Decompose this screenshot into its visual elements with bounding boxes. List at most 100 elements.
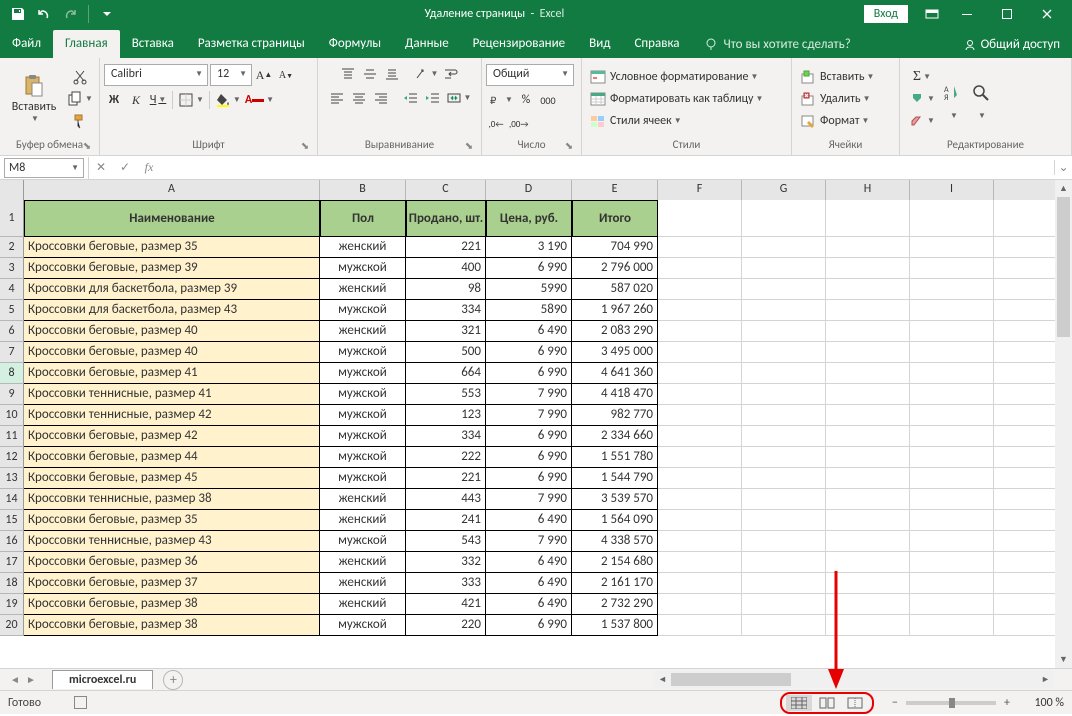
cell[interactable]: 221 (406, 468, 486, 489)
cell[interactable]: 400 (406, 258, 486, 279)
cell[interactable]: мужской (320, 426, 406, 447)
row-header[interactable]: 19 (0, 594, 24, 615)
row-header[interactable]: 17 (0, 552, 24, 573)
scroll-up-icon[interactable]: ▲ (1055, 180, 1072, 197)
format-cells-button[interactable]: Формат▼ (796, 110, 895, 132)
autosum-icon[interactable]: Σ▼ (908, 67, 936, 87)
cell[interactable]: 222 (406, 447, 486, 468)
cell[interactable]: женский (320, 321, 406, 342)
italic-button[interactable]: К (126, 90, 146, 110)
cell[interactable]: 1 537 800 (572, 615, 658, 636)
cell[interactable]: 220 (406, 615, 486, 636)
cell[interactable]: 6 490 (486, 510, 572, 531)
macro-record-icon[interactable] (74, 696, 87, 709)
cell[interactable]: 500 (406, 342, 486, 363)
cell[interactable]: 2 796 000 (572, 258, 658, 279)
cell[interactable]: 664 (406, 363, 486, 384)
login-button[interactable]: Вход (864, 5, 908, 23)
cell[interactable]: 6 990 (486, 363, 572, 384)
save-icon[interactable] (6, 3, 30, 25)
tab-insert[interactable]: Вставка (120, 30, 186, 58)
select-all-button[interactable] (0, 180, 24, 200)
increase-decimal-icon[interactable]: ,0← (486, 114, 506, 134)
cell[interactable]: 5890 (486, 300, 572, 321)
col-header-i[interactable]: I (910, 180, 994, 200)
row-header[interactable]: 14 (0, 489, 24, 510)
cancel-formula-icon[interactable]: ✕ (89, 157, 113, 179)
underline-button[interactable]: Ч▼ (148, 90, 168, 110)
cell[interactable]: женский (320, 594, 406, 615)
row-header[interactable]: 16 (0, 531, 24, 552)
cell[interactable]: 4 338 570 (572, 531, 658, 552)
tab-data[interactable]: Данные (393, 30, 461, 58)
cell[interactable]: Кроссовки беговые, размер 45 (24, 468, 320, 489)
cell[interactable]: 2 161 170 (572, 573, 658, 594)
fill-icon[interactable]: ▼ (908, 89, 936, 109)
ribbon-display-options-icon[interactable] (918, 3, 946, 25)
cell[interactable]: 6 490 (486, 573, 572, 594)
cell[interactable]: Кроссовки беговые, размер 38 (24, 615, 320, 636)
cell[interactable]: Кроссовки теннисные, размер 43 (24, 531, 320, 552)
align-center-icon[interactable] (349, 88, 369, 108)
number-format-combo[interactable]: Общий▼ (486, 64, 574, 86)
add-sheet-icon[interactable]: + (163, 670, 183, 690)
row-header[interactable]: 20 (0, 615, 24, 636)
cell[interactable]: мужской (320, 615, 406, 636)
cell[interactable]: мужской (320, 258, 406, 279)
row-header[interactable]: 3 (0, 258, 24, 279)
row-header[interactable]: 6 (0, 321, 24, 342)
zoom-slider[interactable] (906, 701, 996, 705)
percent-icon[interactable]: % (516, 90, 536, 110)
cell[interactable]: 1 544 790 (572, 468, 658, 489)
cell[interactable]: 2 334 660 (572, 426, 658, 447)
cell[interactable]: 4 418 470 (572, 384, 658, 405)
align-middle-icon[interactable] (360, 64, 380, 84)
zoom-out-icon[interactable]: − (888, 696, 902, 710)
cell[interactable]: Кроссовки беговые, размер 35 (24, 510, 320, 531)
row-header[interactable]: 12 (0, 447, 24, 468)
col-header-c[interactable]: C (406, 180, 486, 200)
normal-view-icon[interactable] (786, 695, 812, 711)
cell[interactable]: Кроссовки беговые, размер 36 (24, 552, 320, 573)
cell[interactable]: женский (320, 510, 406, 531)
col-header-f[interactable]: F (658, 180, 742, 200)
qat-customize-icon[interactable] (95, 3, 119, 25)
vertical-scrollbar[interactable]: ▲ ▼ (1055, 180, 1072, 668)
cell[interactable]: 443 (406, 489, 486, 510)
format-painter-icon[interactable] (66, 111, 94, 131)
font-color-icon[interactable]: A▼ (244, 90, 275, 110)
row-header[interactable]: 1 (0, 200, 24, 237)
cell[interactable]: 2 732 290 (572, 594, 658, 615)
cell[interactable]: 1 551 780 (572, 447, 658, 468)
fill-color-icon[interactable]: ▼ (214, 90, 242, 110)
cut-icon[interactable] (66, 67, 94, 87)
cell[interactable]: Кроссовки теннисные, размер 38 (24, 489, 320, 510)
row-header[interactable]: 2 (0, 237, 24, 258)
row-header[interactable]: 10 (0, 405, 24, 426)
conditional-formatting-button[interactable]: Условное форматирование▼ (586, 66, 787, 88)
align-bottom-icon[interactable] (382, 64, 402, 84)
cell[interactable]: 6 490 (486, 552, 572, 573)
sheet-tab[interactable]: microexcel.ru (52, 670, 153, 689)
font-name-combo[interactable]: Calibri▼ (104, 64, 208, 86)
cell[interactable]: 543 (406, 531, 486, 552)
cell[interactable]: 3 190 (486, 237, 572, 258)
font-size-combo[interactable]: 12▼ (210, 64, 252, 86)
row-header[interactable]: 11 (0, 426, 24, 447)
sheet-nav[interactable]: ◄► (0, 673, 46, 686)
horizontal-scrollbar[interactable]: ◄ ► (654, 671, 1054, 688)
cell[interactable]: 5990 (486, 279, 572, 300)
comma-style-icon[interactable]: 000 (538, 90, 558, 110)
number-launcher-icon[interactable]: ⬊ (563, 139, 575, 151)
cell[interactable]: 553 (406, 384, 486, 405)
copy-icon[interactable]: ▼ (66, 89, 94, 109)
row-header[interactable]: 18 (0, 573, 24, 594)
cell[interactable]: 241 (406, 510, 486, 531)
tab-page-layout[interactable]: Разметка страницы (186, 30, 317, 58)
delete-cells-button[interactable]: Удалить▼ (796, 88, 895, 110)
cell[interactable]: 1 967 260 (572, 300, 658, 321)
cell[interactable]: женский (320, 237, 406, 258)
row-header[interactable]: 15 (0, 510, 24, 531)
format-as-table-button[interactable]: Форматировать как таблицу▼ (586, 88, 787, 110)
font-launcher-icon[interactable]: ⬊ (299, 139, 311, 151)
